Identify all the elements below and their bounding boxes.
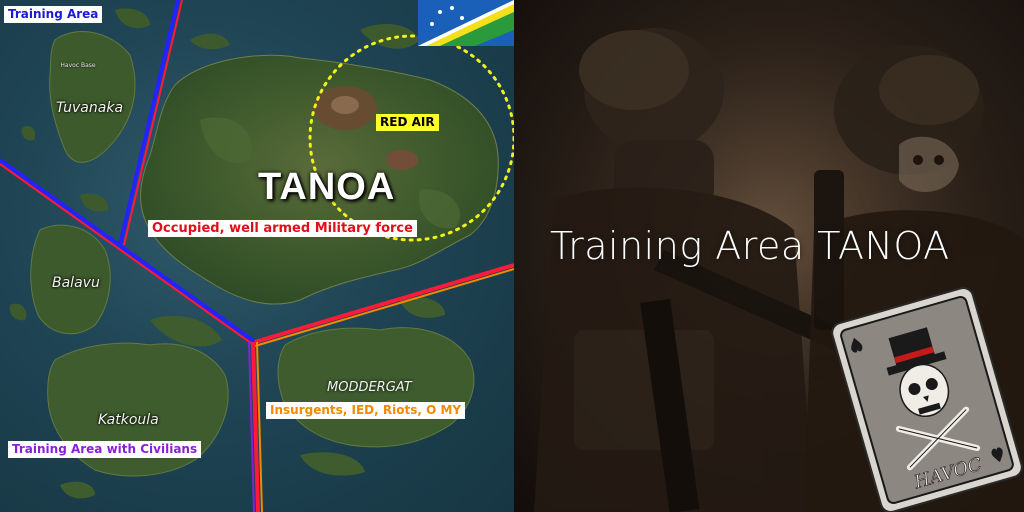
flag-icon — [418, 0, 514, 46]
soldiers-panel: Training Area TANOA HAVOC — [514, 0, 1024, 512]
civilians-tag: Training Area with Civilians — [8, 441, 202, 458]
map-graphic — [0, 0, 514, 512]
katkoula-label: Katkoula — [98, 412, 159, 428]
moddergat-label: MODDERGAT — [327, 380, 412, 395]
tanoa-title: TANOA — [258, 166, 396, 208]
tuvanaka-island — [49, 31, 136, 163]
havoc-base-label: Havoc Base — [60, 62, 96, 69]
insurgents-tag: Insurgents, IED, Riots, O MY — [266, 402, 466, 419]
occupied-tag: Occupied, well armed Military force — [148, 220, 417, 237]
red-air-tag: RED AIR — [376, 114, 439, 131]
training-area-tag: Training Area — [4, 6, 103, 23]
tuvanaka-label: Tuvanaka — [56, 100, 124, 116]
balavu-label: Balavu — [52, 275, 100, 291]
banner: Training Area Havoc Base Tuvanaka Balavu… — [0, 0, 1024, 512]
panel-title: Training Area TANOA — [550, 224, 950, 268]
tanoa-map: Training Area Havoc Base Tuvanaka Balavu… — [0, 0, 514, 512]
